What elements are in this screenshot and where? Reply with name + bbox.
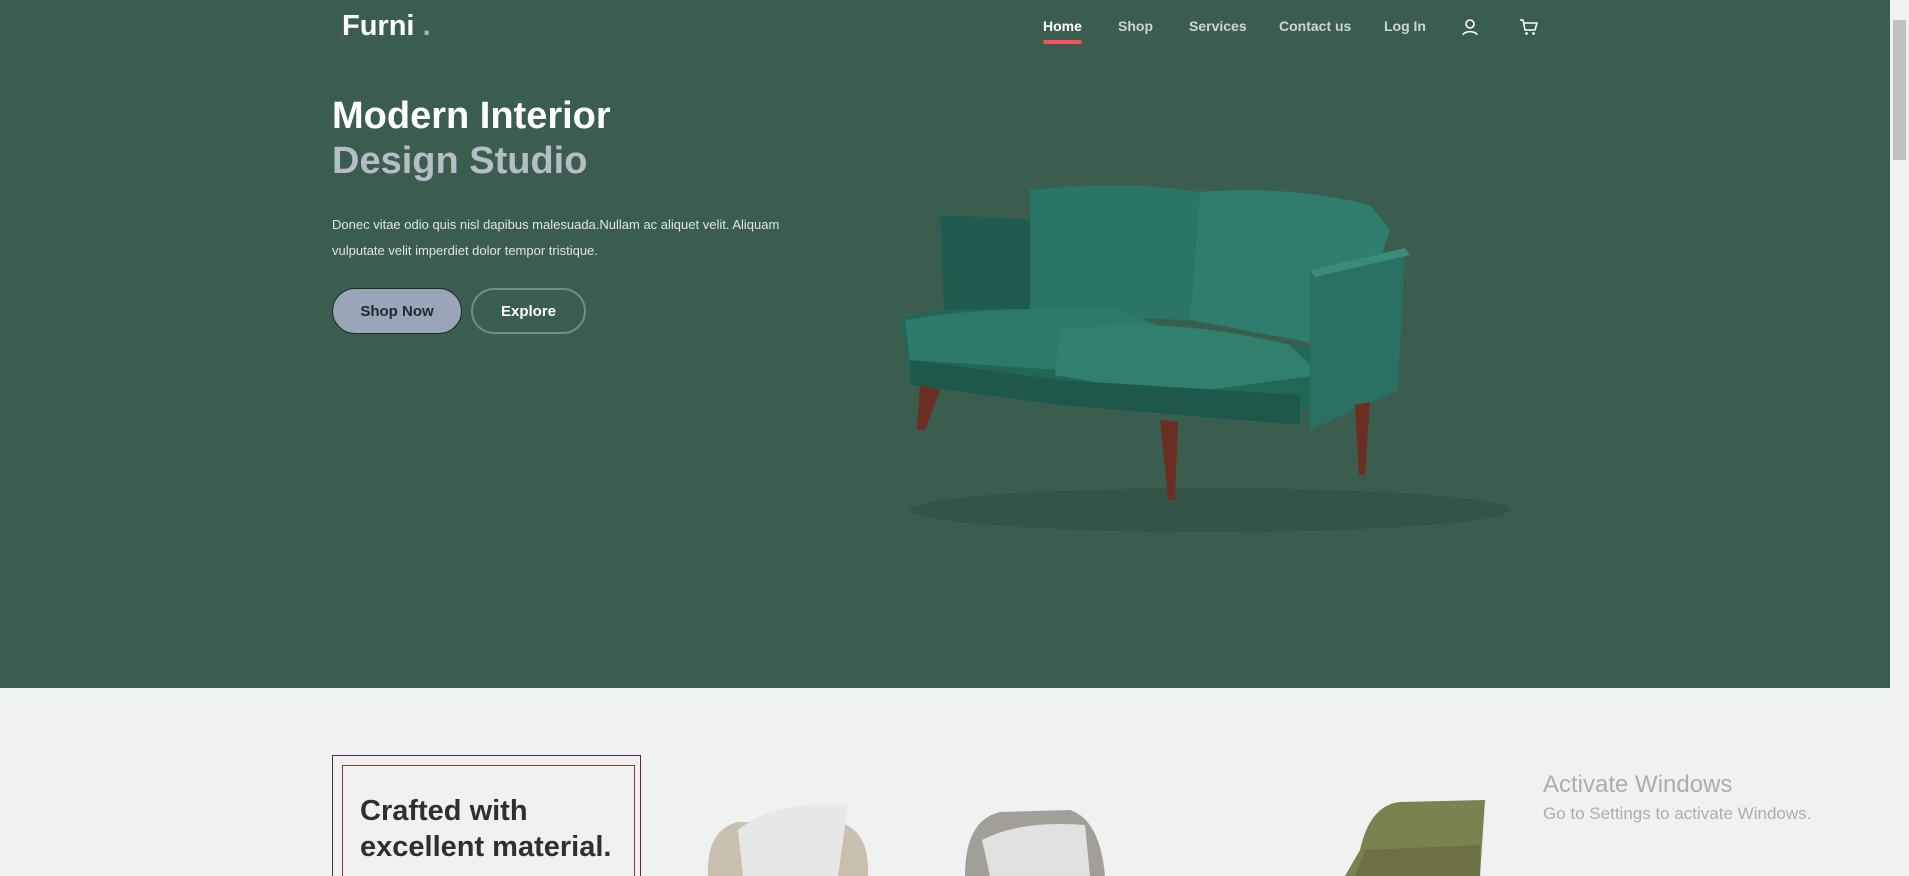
- scrollbar-thumb[interactable]: [1893, 20, 1906, 160]
- explore-button[interactable]: Explore: [471, 288, 586, 334]
- chair-image-3: [1345, 800, 1485, 876]
- user-icon[interactable]: [1459, 16, 1481, 38]
- chair-image-1: [707, 804, 869, 876]
- watermark-title: Activate Windows: [1543, 771, 1733, 798]
- vertical-scrollbar[interactable]: [1890, 0, 1909, 876]
- activate-windows-watermark: Activate Windows Go to Settings to activ…: [1543, 771, 1811, 824]
- nav-item-contact[interactable]: Contact us: [1279, 18, 1351, 34]
- section-title: Crafted with excellent material.: [360, 795, 612, 863]
- brand-dot: .: [422, 10, 431, 42]
- cart-icon[interactable]: [1518, 16, 1540, 38]
- brand-logo[interactable]: Furni .: [342, 10, 431, 43]
- nav-item-login[interactable]: Log In: [1384, 18, 1426, 34]
- sofa-image: [900, 185, 1510, 532]
- watermark-subtitle: Go to Settings to activate Windows.: [1543, 804, 1812, 823]
- hero-title: Modern Interior Design Studio: [332, 94, 611, 184]
- nav-item-home[interactable]: Home: [1043, 18, 1082, 44]
- hero-description: Donec vitae odio quis nisl dapibus males…: [332, 217, 780, 258]
- nav-item-services[interactable]: Services: [1189, 18, 1247, 34]
- hero-section: Furni . Home Shop Services Contact us Lo…: [0, 0, 1890, 688]
- hero-title-line1: Modern Interior: [332, 95, 611, 137]
- shop-now-button[interactable]: Shop Now: [332, 288, 462, 334]
- chair-image-2: [965, 810, 1105, 876]
- brand-name: Furni: [342, 10, 415, 42]
- hero-title-line2: Design Studio: [332, 140, 588, 182]
- nav-item-shop[interactable]: Shop: [1118, 18, 1153, 34]
